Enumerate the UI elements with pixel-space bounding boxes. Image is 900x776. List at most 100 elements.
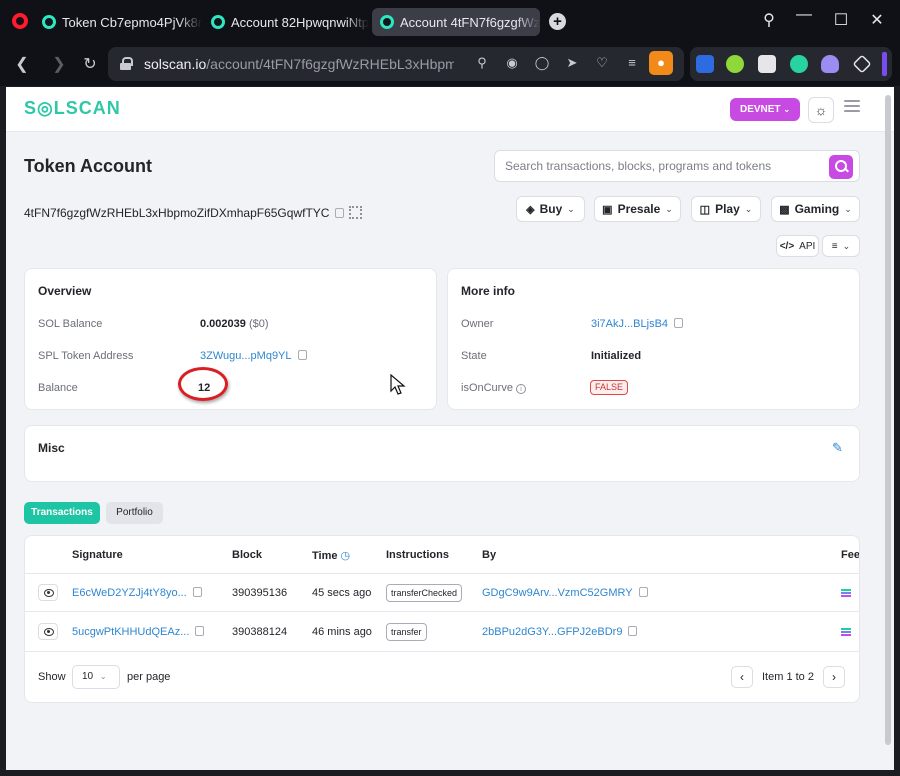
list-icon: ≡ [831, 240, 838, 252]
chevron-down-icon: ⌄ [844, 203, 852, 214]
maximize-icon[interactable]: ☐ [829, 10, 853, 30]
extensions-bar [690, 47, 892, 81]
cube-extension-icon[interactable] [852, 54, 872, 74]
tag-icon: ◈ [526, 203, 535, 216]
sidebar-handle[interactable] [882, 52, 887, 76]
monster-extension-icon[interactable]: ● [649, 51, 673, 75]
owner-link[interactable]: 3i7AkJ...BLjsB4 [591, 318, 668, 330]
zoom-icon[interactable]: ⚲ [472, 55, 492, 71]
browser-tab-3-active[interactable]: Account 4tFN7f6gzgfWzR [372, 8, 540, 36]
is-on-curve-badge: FALSE [590, 380, 629, 395]
browser-tab-bar: Token Cb7epmo4PjVk8r9W Account 82Hpwqnwi… [0, 0, 900, 42]
copy-icon[interactable] [638, 587, 648, 597]
signature-link[interactable]: E6cWeD2YZJj4tY8yo... [72, 587, 187, 599]
signature-cell: 5ucgwPtKHHUdQEAz... [72, 626, 205, 638]
close-window-icon[interactable]: ✕ [865, 10, 889, 30]
hamburger-menu-icon[interactable] [844, 100, 860, 114]
spl-token-address-link[interactable]: 3ZWugu...pMq9YL [200, 350, 292, 362]
sol-balance-value: 0.002039 ($0) [200, 318, 269, 330]
red-circle-annotation [178, 367, 228, 401]
spl-token-address: 3ZWugu...pMq9YL [200, 350, 307, 362]
info-icon[interactable]: i [515, 384, 526, 394]
network-dropdown[interactable]: DEVNET ⌄ [730, 98, 800, 121]
new-tab-plus-icon[interactable]: + [549, 13, 566, 30]
by-cell: 2bBPu2dG3Y...GFPJ2eBDr9 [482, 626, 638, 638]
qr-code-icon[interactable] [349, 206, 362, 219]
gaming-dropdown[interactable]: ▩ Gaming ⌄ [771, 196, 860, 222]
minimize-icon[interactable]: — [792, 6, 816, 24]
col-signature: Signature [72, 549, 123, 561]
copy-icon[interactable] [297, 350, 307, 360]
tab-transactions[interactable]: Transactions [24, 502, 100, 524]
chevron-down-icon: ⌄ [665, 203, 673, 214]
opera-logo-icon[interactable] [12, 13, 28, 29]
owner-label: Owner [461, 318, 494, 330]
url-text[interactable]: solscan.io/account/4tFN7f6gzgfWzRHEbL3xH… [144, 56, 454, 72]
eye-icon[interactable] [38, 623, 58, 640]
list-view-dropdown[interactable]: ≡ ⌄ [822, 235, 860, 257]
browser-address-bar: ❮ ❯ ↻ solscan.io/account/4tFN7f6gzgfWzRH… [0, 42, 900, 86]
camera-icon[interactable]: ◉ [502, 55, 522, 71]
send-icon[interactable]: ➤ [562, 55, 582, 71]
edit-pencil-icon[interactable]: ✎ [832, 441, 846, 455]
chevron-down-icon: ⌄ [567, 203, 575, 214]
copy-icon[interactable] [674, 318, 684, 328]
extension-1-icon[interactable] [696, 55, 714, 73]
extension-2-icon[interactable] [726, 55, 744, 73]
page-scrollbar[interactable] [885, 95, 891, 745]
api-button[interactable]: </> API [776, 235, 819, 257]
presale-icon: ▣ [602, 203, 613, 216]
time-cell: 45 secs ago [312, 587, 372, 599]
is-on-curve-label: isOnCurve i [461, 382, 526, 394]
shield-icon[interactable]: ◯ [532, 55, 552, 71]
heart-icon[interactable]: ♡ [592, 55, 612, 71]
lock-icon [120, 57, 133, 70]
by-cell: GDgC9w9Arv...VzmC52GMRY [482, 587, 648, 599]
extension-4-icon[interactable] [790, 55, 808, 73]
copy-icon[interactable] [335, 208, 345, 218]
col-time: Time ◷ [312, 550, 351, 562]
solana-icon [841, 589, 851, 597]
forward-arrow-icon[interactable]: ❯ [49, 54, 69, 74]
copy-icon[interactable] [192, 587, 202, 597]
more-info-title: More info [461, 284, 515, 298]
back-arrow-icon[interactable]: ❮ [12, 54, 32, 74]
buy-dropdown[interactable]: ◈ Buy ⌄ [516, 196, 585, 222]
misc-title: Misc [38, 441, 65, 455]
more-info-card: More info Owner 3i7AkJ...BLjsB4 State In… [447, 268, 860, 410]
browser-tab-1[interactable]: Token Cb7epmo4PjVk8r9W [34, 8, 202, 36]
search-input[interactable] [505, 159, 815, 173]
browser-search-icon[interactable]: ⚲ [757, 10, 781, 30]
url-field[interactable]: solscan.io/account/4tFN7f6gzgfWzRHEbL3xH… [108, 47, 684, 81]
play-dropdown[interactable]: ◫ Play ⌄ [691, 196, 761, 222]
copy-icon[interactable] [195, 626, 205, 636]
next-page-button[interactable]: › [823, 666, 845, 688]
signature-link[interactable]: 5ucgwPtKHHUdQEAz... [72, 626, 189, 638]
phantom-extension-icon[interactable] [821, 55, 839, 73]
by-link[interactable]: 2bBPu2dG3Y...GFPJ2eBDr9 [482, 626, 622, 638]
misc-card: Misc ✎ [24, 425, 860, 482]
search-button-icon[interactable] [829, 155, 853, 179]
tab-portfolio[interactable]: Portfolio [106, 502, 163, 524]
eye-icon[interactable] [38, 584, 58, 601]
block-link[interactable]: 390395136 [232, 587, 287, 599]
by-link[interactable]: GDgC9w9Arv...VzmC52GMRY [482, 587, 633, 599]
clock-icon[interactable]: ◷ [341, 550, 351, 562]
reload-icon[interactable]: ↻ [80, 54, 100, 74]
balance-label: Balance [38, 382, 78, 394]
chevron-down-icon: ⌄ [99, 672, 107, 681]
easy-setup-icon[interactable]: ≡ [622, 55, 642, 71]
browser-tab-2[interactable]: Account 82HpwqnwiNtp5 [203, 8, 369, 36]
extension-3-icon[interactable] [758, 55, 776, 73]
solscan-logo[interactable]: S◎LSCAN [24, 98, 121, 119]
copy-icon[interactable] [628, 626, 638, 636]
account-address: 4tFN7f6gzgfWzRHEbL3xHbpmoZifDXmhapF65Gqw… [24, 206, 345, 220]
theme-toggle-sun-icon[interactable]: ☼ [808, 97, 834, 123]
presale-dropdown[interactable]: ▣ Presale ⌄ [594, 196, 681, 222]
col-by: By [482, 549, 497, 561]
prev-page-button[interactable]: ‹ [731, 666, 753, 688]
block-link[interactable]: 390388124 [232, 626, 287, 638]
per-page-select[interactable]: 10 ⌄ [72, 665, 120, 689]
site-header: S◎LSCAN DEVNET ⌄ ☼ [6, 87, 894, 132]
col-instructions: Instructions [386, 549, 449, 561]
